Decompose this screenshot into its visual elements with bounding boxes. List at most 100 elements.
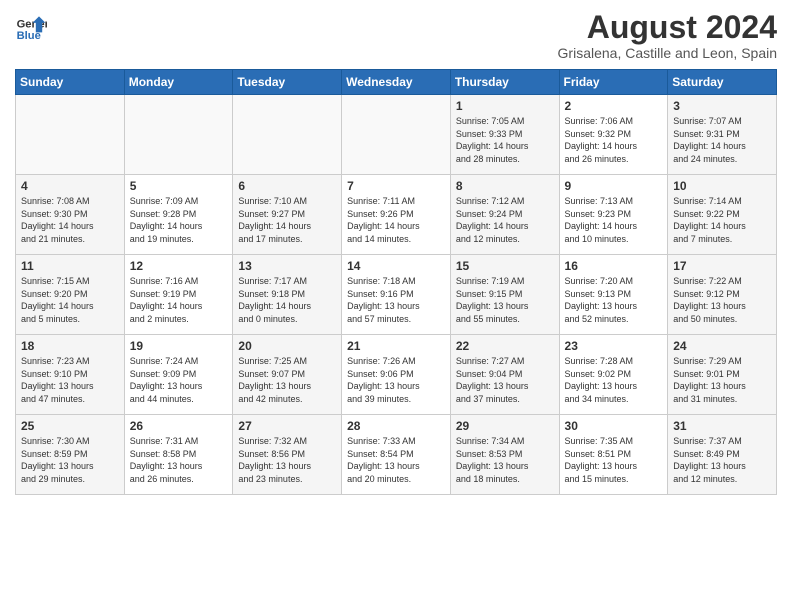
day-info: Sunrise: 7:30 AM Sunset: 8:59 PM Dayligh…	[21, 435, 119, 485]
cell-4-1: 26Sunrise: 7:31 AM Sunset: 8:58 PM Dayli…	[124, 415, 233, 495]
header-row: Sunday Monday Tuesday Wednesday Thursday…	[16, 70, 777, 95]
day-number: 30	[565, 419, 663, 433]
day-info: Sunrise: 7:15 AM Sunset: 9:20 PM Dayligh…	[21, 275, 119, 325]
day-info: Sunrise: 7:13 AM Sunset: 9:23 PM Dayligh…	[565, 195, 663, 245]
day-info: Sunrise: 7:22 AM Sunset: 9:12 PM Dayligh…	[673, 275, 771, 325]
day-info: Sunrise: 7:14 AM Sunset: 9:22 PM Dayligh…	[673, 195, 771, 245]
header: General Blue August 2024 Grisalena, Cast…	[15, 10, 777, 61]
day-number: 5	[130, 179, 228, 193]
day-info: Sunrise: 7:29 AM Sunset: 9:01 PM Dayligh…	[673, 355, 771, 405]
cell-1-6: 10 Sunrise: 7:14 AM Sunset: 9:22 PM Dayli…	[668, 175, 777, 255]
day-number: 14	[347, 259, 445, 273]
day-number: 1	[456, 99, 554, 113]
day-info: Sunrise: 7:16 AM Sunset: 9:19 PM Dayligh…	[130, 275, 228, 325]
cell-4-5: 30Sunrise: 7:35 AM Sunset: 8:51 PM Dayli…	[559, 415, 668, 495]
cell-2-2: 13 Sunrise: 7:17 AM Sunset: 9:18 PM Dayli…	[233, 255, 342, 335]
cell-0-1	[124, 95, 233, 175]
day-info: Sunrise: 7:33 AM Sunset: 8:54 PM Dayligh…	[347, 435, 445, 485]
day-info: Sunrise: 7:12 AM Sunset: 9:24 PM Dayligh…	[456, 195, 554, 245]
cell-2-3: 14Sunrise: 7:18 AM Sunset: 9:16 PM Dayli…	[342, 255, 451, 335]
cell-3-1: 19 Sunrise: 7:24 AM Sunset: 9:09 PM Dayli…	[124, 335, 233, 415]
day-number: 22	[456, 339, 554, 353]
day-info: Sunrise: 7:07 AM Sunset: 9:31 PM Dayligh…	[673, 115, 771, 165]
day-info: Sunrise: 7:05 AM Sunset: 9:33 PM Dayligh…	[456, 115, 554, 165]
day-number: 16	[565, 259, 663, 273]
day-number: 19	[130, 339, 228, 353]
day-info: Sunrise: 7:24 AM Sunset: 9:09 PM Dayligh…	[130, 355, 228, 405]
col-friday: Friday	[559, 70, 668, 95]
day-number: 2	[565, 99, 663, 113]
day-number: 24	[673, 339, 771, 353]
day-number: 12	[130, 259, 228, 273]
day-info: Sunrise: 7:06 AM Sunset: 9:32 PM Dayligh…	[565, 115, 663, 165]
day-number: 10	[673, 179, 771, 193]
location: Grisalena, Castille and Leon, Spain	[558, 45, 777, 61]
day-info: Sunrise: 7:37 AM Sunset: 8:49 PM Dayligh…	[673, 435, 771, 485]
cell-3-6: 24 Sunrise: 7:29 AM Sunset: 9:01 PM Dayli…	[668, 335, 777, 415]
cell-3-4: 22 Sunrise: 7:27 AM Sunset: 9:04 PM Dayli…	[450, 335, 559, 415]
cell-3-2: 20 Sunrise: 7:25 AM Sunset: 9:07 PM Dayli…	[233, 335, 342, 415]
cell-0-3	[342, 95, 451, 175]
cell-2-5: 16 Sunrise: 7:20 AM Sunset: 9:13 PM Dayli…	[559, 255, 668, 335]
day-number: 31	[673, 419, 771, 433]
col-tuesday: Tuesday	[233, 70, 342, 95]
cell-0-4: 1 Sunrise: 7:05 AM Sunset: 9:33 PM Daylig…	[450, 95, 559, 175]
cell-3-5: 23 Sunrise: 7:28 AM Sunset: 9:02 PM Dayli…	[559, 335, 668, 415]
day-number: 7	[347, 179, 445, 193]
cell-2-4: 15 Sunrise: 7:19 AM Sunset: 9:15 PM Dayli…	[450, 255, 559, 335]
cell-1-3: 7 Sunrise: 7:11 AM Sunset: 9:26 PM Daylig…	[342, 175, 451, 255]
day-info: Sunrise: 7:17 AM Sunset: 9:18 PM Dayligh…	[238, 275, 336, 325]
week-row-5: 25 Sunrise: 7:30 AM Sunset: 8:59 PM Dayli…	[16, 415, 777, 495]
day-number: 4	[21, 179, 119, 193]
week-row-2: 4 Sunrise: 7:08 AM Sunset: 9:30 PM Daylig…	[16, 175, 777, 255]
day-number: 29	[456, 419, 554, 433]
day-number: 20	[238, 339, 336, 353]
day-info: Sunrise: 7:25 AM Sunset: 9:07 PM Dayligh…	[238, 355, 336, 405]
day-info: Sunrise: 7:20 AM Sunset: 9:13 PM Dayligh…	[565, 275, 663, 325]
day-info: Sunrise: 7:10 AM Sunset: 9:27 PM Dayligh…	[238, 195, 336, 245]
day-info: Sunrise: 7:34 AM Sunset: 8:53 PM Dayligh…	[456, 435, 554, 485]
day-number: 8	[456, 179, 554, 193]
cell-1-5: 9 Sunrise: 7:13 AM Sunset: 9:23 PM Daylig…	[559, 175, 668, 255]
day-number: 15	[456, 259, 554, 273]
col-monday: Monday	[124, 70, 233, 95]
title-area: August 2024 Grisalena, Castille and Leon…	[558, 10, 777, 61]
cell-0-5: 2 Sunrise: 7:06 AM Sunset: 9:32 PM Daylig…	[559, 95, 668, 175]
cell-3-3: 21Sunrise: 7:26 AM Sunset: 9:06 PM Dayli…	[342, 335, 451, 415]
cell-0-6: 3Sunrise: 7:07 AM Sunset: 9:31 PM Daylig…	[668, 95, 777, 175]
day-info: Sunrise: 7:32 AM Sunset: 8:56 PM Dayligh…	[238, 435, 336, 485]
cell-1-0: 4 Sunrise: 7:08 AM Sunset: 9:30 PM Daylig…	[16, 175, 125, 255]
cell-1-4: 8 Sunrise: 7:12 AM Sunset: 9:24 PM Daylig…	[450, 175, 559, 255]
day-info: Sunrise: 7:11 AM Sunset: 9:26 PM Dayligh…	[347, 195, 445, 245]
day-number: 17	[673, 259, 771, 273]
day-number: 21	[347, 339, 445, 353]
day-info: Sunrise: 7:27 AM Sunset: 9:04 PM Dayligh…	[456, 355, 554, 405]
cell-0-0	[16, 95, 125, 175]
day-number: 9	[565, 179, 663, 193]
day-number: 23	[565, 339, 663, 353]
cell-1-1: 5 Sunrise: 7:09 AM Sunset: 9:28 PM Daylig…	[124, 175, 233, 255]
day-info: Sunrise: 7:23 AM Sunset: 9:10 PM Dayligh…	[21, 355, 119, 405]
cell-3-0: 18Sunrise: 7:23 AM Sunset: 9:10 PM Dayli…	[16, 335, 125, 415]
cell-2-1: 12 Sunrise: 7:16 AM Sunset: 9:19 PM Dayli…	[124, 255, 233, 335]
day-number: 13	[238, 259, 336, 273]
day-number: 6	[238, 179, 336, 193]
day-info: Sunrise: 7:08 AM Sunset: 9:30 PM Dayligh…	[21, 195, 119, 245]
calendar-table: Sunday Monday Tuesday Wednesday Thursday…	[15, 69, 777, 495]
day-info: Sunrise: 7:09 AM Sunset: 9:28 PM Dayligh…	[130, 195, 228, 245]
day-info: Sunrise: 7:28 AM Sunset: 9:02 PM Dayligh…	[565, 355, 663, 405]
col-sunday: Sunday	[16, 70, 125, 95]
cell-4-2: 27 Sunrise: 7:32 AM Sunset: 8:56 PM Dayli…	[233, 415, 342, 495]
month-year: August 2024	[558, 10, 777, 45]
day-number: 26	[130, 419, 228, 433]
logo-icon: General Blue	[15, 10, 47, 42]
week-row-1: 1 Sunrise: 7:05 AM Sunset: 9:33 PM Daylig…	[16, 95, 777, 175]
day-number: 27	[238, 419, 336, 433]
col-thursday: Thursday	[450, 70, 559, 95]
day-number: 25	[21, 419, 119, 433]
cell-0-2	[233, 95, 342, 175]
week-row-4: 18Sunrise: 7:23 AM Sunset: 9:10 PM Dayli…	[16, 335, 777, 415]
logo: General Blue	[15, 10, 47, 42]
day-info: Sunrise: 7:19 AM Sunset: 9:15 PM Dayligh…	[456, 275, 554, 325]
day-number: 28	[347, 419, 445, 433]
